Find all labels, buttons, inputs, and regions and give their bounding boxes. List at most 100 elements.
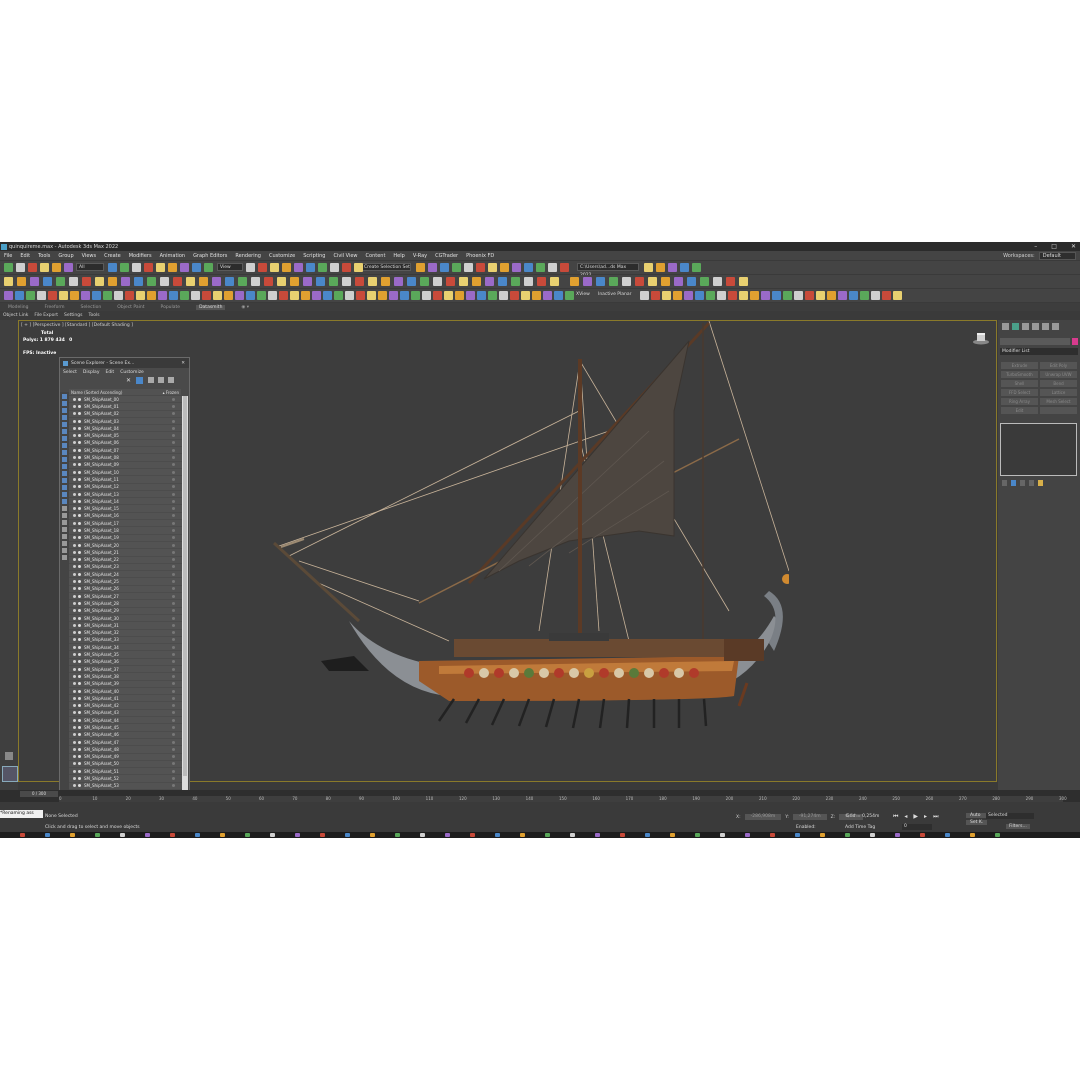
main-tool-icon[interactable] (192, 263, 201, 272)
frozen-toggle-icon[interactable] (172, 733, 175, 737)
render-tool-icon[interactable] (498, 277, 507, 286)
align-tool-icon[interactable] (433, 291, 442, 300)
frozen-toggle-icon[interactable] (172, 412, 175, 416)
visibility-eye-icon[interactable] (73, 521, 76, 525)
render-tool-icon[interactable] (687, 277, 696, 286)
renderable-icon[interactable] (78, 580, 81, 584)
render-tool-icon[interactable] (121, 277, 130, 286)
list-item[interactable]: SM_ShipAsset_12 (69, 483, 183, 491)
taskbar-app-icon[interactable] (745, 833, 750, 837)
inactive-planar-label[interactable]: Inactive Planar (598, 292, 631, 297)
frozen-toggle-icon[interactable] (172, 762, 175, 766)
renderable-icon[interactable] (78, 653, 81, 657)
list-item[interactable]: SM_ShipAsset_19 (69, 534, 183, 542)
visibility-eye-icon[interactable] (73, 558, 76, 562)
renderable-icon[interactable] (78, 769, 81, 773)
list-item[interactable]: SM_ShipAsset_38 (69, 673, 183, 681)
align-tool-icon[interactable] (455, 291, 464, 300)
play-icon[interactable]: ▶ (913, 813, 918, 821)
layout-arrow-icon[interactable] (5, 752, 13, 760)
renderable-icon[interactable] (78, 521, 81, 525)
menu-group[interactable]: Group (58, 253, 73, 259)
frozen-toggle-icon[interactable] (172, 645, 175, 649)
render-tool-icon[interactable] (713, 277, 722, 286)
render-tool-icon[interactable] (622, 277, 631, 286)
renderable-icon[interactable] (78, 528, 81, 532)
main-tool-icon[interactable] (294, 263, 303, 272)
render-tool-icon[interactable] (95, 277, 104, 286)
main-tool-icon[interactable] (500, 263, 509, 272)
render-tool-icon[interactable] (316, 277, 325, 286)
timeline[interactable]: 0 / 300 0 10 20 30 40 50 60 70 80 90 100 110 120 130 1… (0, 790, 1080, 802)
menu-customize[interactable]: Customize (269, 253, 295, 259)
renderable-icon[interactable] (78, 565, 81, 569)
renderable-icon[interactable] (78, 747, 81, 751)
align-tool-icon[interactable] (246, 291, 255, 300)
visibility-eye-icon[interactable] (73, 507, 76, 511)
align-tool-icon[interactable] (323, 291, 332, 300)
renderable-icon[interactable] (78, 492, 81, 496)
frozen-toggle-icon[interactable] (172, 499, 175, 503)
menu-file[interactable]: File (4, 253, 12, 259)
taskbar-app-icon[interactable] (545, 833, 550, 837)
frozen-toggle-icon[interactable] (172, 448, 175, 452)
renderable-icon[interactable] (78, 609, 81, 613)
display-filter-icon[interactable] (62, 499, 67, 504)
renderable-icon[interactable] (78, 638, 81, 642)
remove-modifier-icon[interactable] (1029, 480, 1034, 486)
viewport-layout-thumbnail[interactable] (2, 766, 18, 782)
align-tool-icon[interactable] (224, 291, 233, 300)
align-tool-icon[interactable] (717, 291, 726, 300)
close-button[interactable]: ✕ (1071, 243, 1076, 250)
frozen-toggle-icon[interactable] (172, 550, 175, 554)
taskbar-app-icon[interactable] (595, 833, 600, 837)
list-item[interactable]: SM_ShipAsset_06 (69, 439, 183, 448)
main-tool-icon[interactable] (180, 263, 189, 272)
set-key-button[interactable]: Set K. (966, 820, 988, 825)
renderable-icon[interactable] (78, 434, 81, 438)
hierarchy-tab-icon[interactable] (1022, 322, 1029, 330)
render-tool-icon[interactable] (394, 277, 403, 286)
main-tool-icon[interactable] (156, 263, 165, 272)
visibility-eye-icon[interactable] (73, 543, 76, 547)
align-tool-icon[interactable] (816, 291, 825, 300)
align-tool-icon[interactable] (334, 291, 343, 300)
modifier-set-button[interactable]: Edit (1001, 407, 1038, 414)
render-tool-icon[interactable] (583, 277, 592, 286)
render-tool-icon[interactable] (355, 277, 364, 286)
list-item[interactable]: SM_ShipAsset_48 (69, 746, 183, 754)
list-item[interactable]: SM_ShipAsset_35 (69, 651, 183, 659)
taskbar-app-icon[interactable] (770, 833, 775, 837)
visibility-eye-icon[interactable] (73, 485, 76, 489)
tab-populate[interactable]: Populate (161, 305, 181, 310)
align-tool-icon[interactable] (312, 291, 321, 300)
align-tool-icon[interactable] (794, 291, 803, 300)
list-item[interactable]: SM_ShipAsset_25 (69, 578, 183, 586)
frozen-toggle-icon[interactable] (172, 587, 175, 591)
renderable-icon[interactable] (78, 740, 81, 744)
menu-views[interactable]: Views (82, 253, 96, 259)
render-tool-icon[interactable] (238, 277, 247, 286)
main-tool-icon[interactable] (536, 263, 545, 272)
taskbar-app-icon[interactable] (695, 833, 700, 837)
renderable-icon[interactable] (78, 514, 81, 518)
renderable-icon[interactable] (78, 572, 81, 576)
tools-button[interactable]: Tools (88, 313, 99, 318)
align-tool-icon[interactable] (499, 291, 508, 300)
menu-graph-editors[interactable]: Graph Editors (193, 253, 227, 259)
column-name-header[interactable]: Name (Sorted Ascending) (71, 390, 122, 395)
display-filter-icon[interactable] (62, 541, 67, 546)
main-tool-icon[interactable] (512, 263, 521, 272)
align-tool-icon[interactable] (695, 291, 704, 300)
visibility-eye-icon[interactable] (73, 477, 76, 481)
render-tool-icon[interactable] (82, 277, 91, 286)
taskbar-app-icon[interactable] (820, 833, 825, 837)
visibility-eye-icon[interactable] (73, 616, 76, 620)
render-tool-icon[interactable] (56, 277, 65, 286)
minimize-button[interactable]: – (1034, 243, 1037, 250)
renderable-icon[interactable] (78, 726, 81, 729)
main-tool-icon[interactable] (132, 263, 141, 272)
scrollbar-thumb[interactable] (183, 396, 187, 776)
main-tool-icon[interactable] (440, 263, 449, 272)
render-tool-icon[interactable] (596, 277, 605, 286)
